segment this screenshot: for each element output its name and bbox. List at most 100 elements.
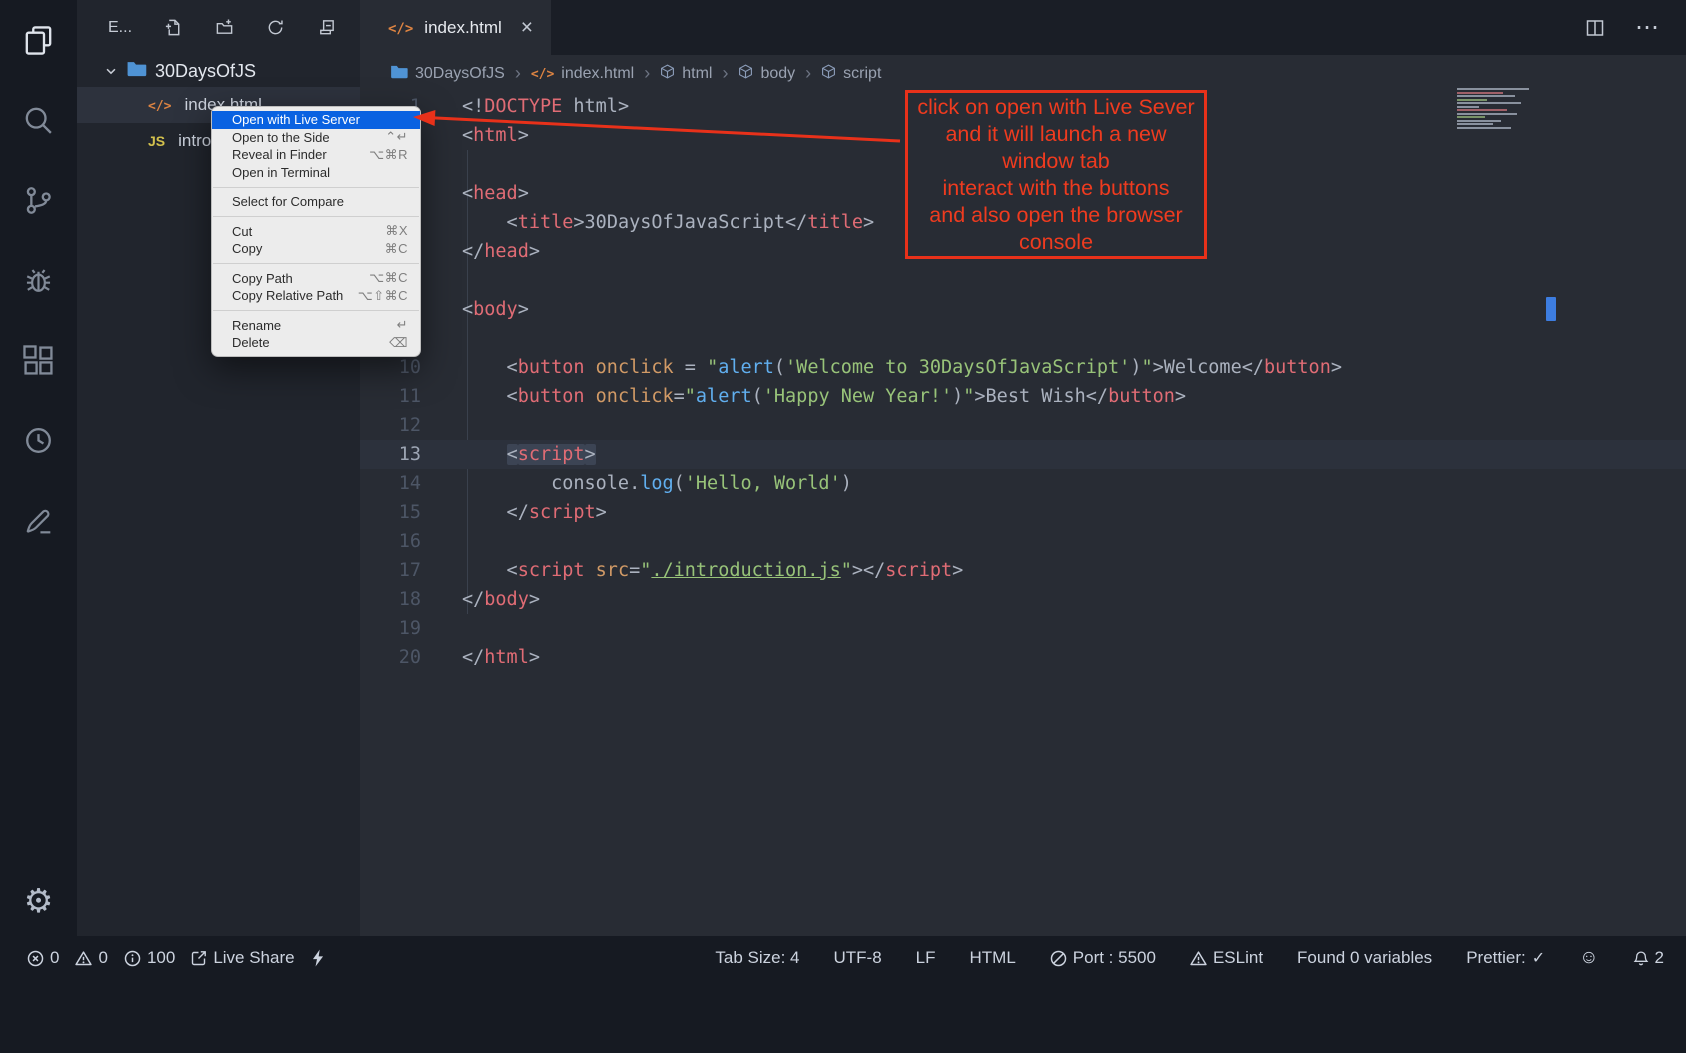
run-debug-icon[interactable] xyxy=(0,251,77,309)
breadcrumb-separator-icon: › xyxy=(722,63,728,84)
bell-icon xyxy=(1633,950,1649,967)
status-item-100[interactable]: 100 xyxy=(124,948,175,968)
code-line-18[interactable]: 18 </body> xyxy=(360,585,1686,614)
status-item-0[interactable]: 0 xyxy=(75,948,107,968)
menu-item-open-to-the-side[interactable]: Open to the Side⌃↵ xyxy=(212,129,420,147)
html-file-icon: </> xyxy=(148,95,171,115)
status-label: 2 xyxy=(1655,948,1664,968)
menu-item-open-in-terminal[interactable]: Open in Terminal xyxy=(212,164,420,182)
settings-gear-icon[interactable]: ⚙ xyxy=(0,878,77,922)
code-line-16[interactable]: 16 xyxy=(360,527,1686,556)
code-line-9[interactable]: 9 xyxy=(360,324,1686,353)
annotation-box: click on open with Live Severand it will… xyxy=(905,90,1207,259)
close-icon[interactable]: × xyxy=(521,17,533,38)
menu-item-copy-relative-path[interactable]: Copy Relative Path⌥⇧⌘C xyxy=(212,287,420,305)
menu-item-reveal-in-finder[interactable]: Reveal in Finder⌥⌘R xyxy=(212,146,420,164)
tab-index-html[interactable]: </> index.html × xyxy=(360,0,551,55)
code-text: <title>30DaysOfJavaScript</title> xyxy=(462,212,874,233)
menu-item-copy-path[interactable]: Copy Path⌥⌘C xyxy=(212,270,420,288)
vscode-window: ⚙ E... xyxy=(0,0,1686,1053)
status-label: 0 xyxy=(50,948,59,968)
menu-item-rename[interactable]: Rename↵ xyxy=(212,317,420,335)
code-line-8[interactable]: 8<body> xyxy=(360,295,1686,324)
code-line-15[interactable]: 15 </script> xyxy=(360,498,1686,527)
status-item-eslint[interactable]: ESLint xyxy=(1190,948,1263,968)
breadcrumb-item-body[interactable]: body xyxy=(738,64,795,84)
status-item-port-5500[interactable]: Port : 5500 xyxy=(1050,948,1156,968)
menu-shortcut: ⌃↵ xyxy=(385,129,408,145)
breadcrumb-label: body xyxy=(760,65,795,83)
status-item-html[interactable]: HTML xyxy=(970,948,1016,968)
history-icon[interactable] xyxy=(0,411,77,469)
code-line-10[interactable]: 10 <button onclick = "alert('Welcome to … xyxy=(360,353,1686,382)
breadcrumb-item-30daysofjs[interactable]: 30DaysOfJS xyxy=(390,64,505,84)
breadcrumb-separator-icon: › xyxy=(644,63,650,84)
code-text: <head> xyxy=(462,183,529,204)
tree-folder-30daysofjs[interactable]: 30DaysOfJS xyxy=(77,55,360,87)
status-item-utf-8[interactable]: UTF-8 xyxy=(833,948,881,968)
source-control-icon[interactable] xyxy=(0,171,77,229)
search-icon[interactable] xyxy=(0,91,77,149)
minimap[interactable] xyxy=(1455,88,1547,132)
code-line-14[interactable]: 14 console.log('Hello, World') xyxy=(360,469,1686,498)
tab-bar: </> index.html × ⋯ xyxy=(360,0,1686,55)
code-line-17[interactable]: 17 <script src="./introduction.js"></scr… xyxy=(360,556,1686,585)
more-actions-icon[interactable]: ⋯ xyxy=(1635,13,1660,42)
split-editor-icon[interactable] xyxy=(1585,18,1605,38)
collapse-folders-icon[interactable] xyxy=(316,18,336,38)
code-line-12[interactable]: 12 xyxy=(360,411,1686,440)
menu-item-select-for-compare[interactable]: Select for Compare xyxy=(212,193,420,211)
eslint-warning-icon xyxy=(1190,950,1207,967)
breadcrumb-item-index-html[interactable]: </>index.html xyxy=(531,65,634,83)
status-label: Port : 5500 xyxy=(1073,948,1156,968)
editor-actions: ⋯ xyxy=(1585,0,1686,55)
new-file-icon[interactable] xyxy=(163,18,183,38)
menu-item-cut[interactable]: Cut⌘X xyxy=(212,223,420,241)
folder-icon xyxy=(390,64,408,84)
menu-item-delete[interactable]: Delete⌫ xyxy=(212,334,420,352)
menu-item-copy[interactable]: Copy⌘C xyxy=(212,240,420,258)
breadcrumb-item-script[interactable]: script xyxy=(821,64,881,84)
status-item-0[interactable]: 0 xyxy=(27,948,59,968)
menu-item-label: Copy Path xyxy=(232,271,293,286)
status-label: 100 xyxy=(147,948,175,968)
status-item-lf[interactable]: LF xyxy=(916,948,936,968)
status-item-2[interactable]: 2 xyxy=(1633,948,1664,968)
live-share-icon xyxy=(191,950,207,966)
line-number: 15 xyxy=(360,502,421,523)
status-item-smiley-icon[interactable]: ☺ xyxy=(1579,947,1598,969)
explorer-icon[interactable] xyxy=(0,11,77,69)
status-item-found-0-variables[interactable]: Found 0 variables xyxy=(1297,948,1432,968)
status-label: ESLint xyxy=(1213,948,1263,968)
feedback-pen-icon[interactable] xyxy=(0,491,77,549)
breadcrumb-label: 30DaysOfJS xyxy=(415,65,505,83)
menu-item-open-with-live-server[interactable]: Open with Live Server xyxy=(212,111,420,129)
refresh-icon[interactable] xyxy=(265,18,285,38)
menu-item-label: Copy Relative Path xyxy=(232,288,343,303)
line-number: 13 xyxy=(360,444,421,465)
smiley-icon: ☺ xyxy=(1579,947,1598,969)
annotation-line: interact with the buttons xyxy=(908,175,1204,202)
code-line-11[interactable]: 11 <button onclick="alert('Happy New Yea… xyxy=(360,382,1686,411)
code-text: </body> xyxy=(462,589,540,610)
line-number: 18 xyxy=(360,589,421,610)
status-item-prettier[interactable]: Prettier:✓ xyxy=(1466,948,1545,968)
breadcrumb-label: script xyxy=(843,65,881,83)
status-item-lightning-icon[interactable] xyxy=(311,949,325,967)
code-line-7[interactable]: 7 xyxy=(360,266,1686,295)
status-label: UTF-8 xyxy=(833,948,881,968)
status-label: HTML xyxy=(970,948,1016,968)
menu-item-label: Reveal in Finder xyxy=(232,147,327,162)
code-line-20[interactable]: 20</html> xyxy=(360,643,1686,672)
breadcrumb-separator-icon: › xyxy=(515,63,521,84)
symbol-cube-icon xyxy=(821,64,836,84)
status-item-live-share[interactable]: Live Share xyxy=(191,948,294,968)
extensions-icon[interactable] xyxy=(0,331,77,389)
code-text: <!DOCTYPE html> xyxy=(462,96,629,117)
status-item-tab-size-4[interactable]: Tab Size: 4 xyxy=(715,948,799,968)
code-text: <script> xyxy=(462,444,596,465)
new-folder-icon[interactable] xyxy=(214,18,234,38)
code-line-19[interactable]: 19 xyxy=(360,614,1686,643)
code-line-13[interactable]: 13 <script> xyxy=(360,440,1686,469)
breadcrumb-item-html[interactable]: html xyxy=(660,64,712,84)
